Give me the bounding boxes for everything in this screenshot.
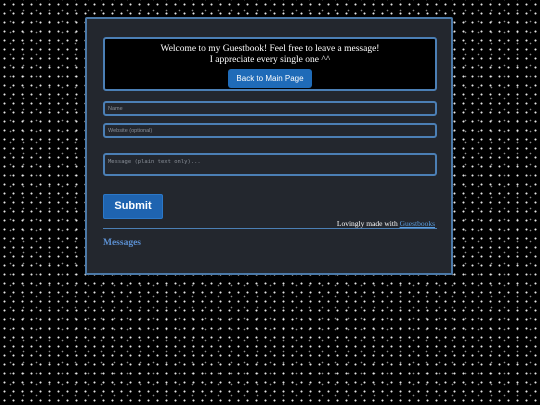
welcome-box: Welcome to my Guestbook! Feel free to le… bbox=[103, 37, 437, 91]
messages-heading: Messages bbox=[103, 238, 141, 248]
welcome-line-2: I appreciate every single one ^^ bbox=[209, 55, 331, 65]
name-input[interactable] bbox=[103, 101, 437, 116]
back-to-main-button[interactable]: Back to Main Page bbox=[228, 69, 312, 88]
guestbooks-link[interactable]: Guestbooks bbox=[400, 219, 435, 228]
divider bbox=[103, 228, 437, 229]
message-textarea[interactable] bbox=[103, 153, 437, 176]
submit-button[interactable]: Submit bbox=[103, 194, 163, 219]
website-input[interactable] bbox=[103, 123, 437, 138]
guestbook-panel: Welcome to my Guestbook! Feel free to le… bbox=[85, 17, 453, 275]
welcome-line-1: Welcome to my Guestbook! Feel free to le… bbox=[160, 44, 380, 54]
credit-text: Lovingly made with Guestbooks bbox=[337, 219, 435, 228]
credit-label: Lovingly made with bbox=[336, 219, 400, 228]
